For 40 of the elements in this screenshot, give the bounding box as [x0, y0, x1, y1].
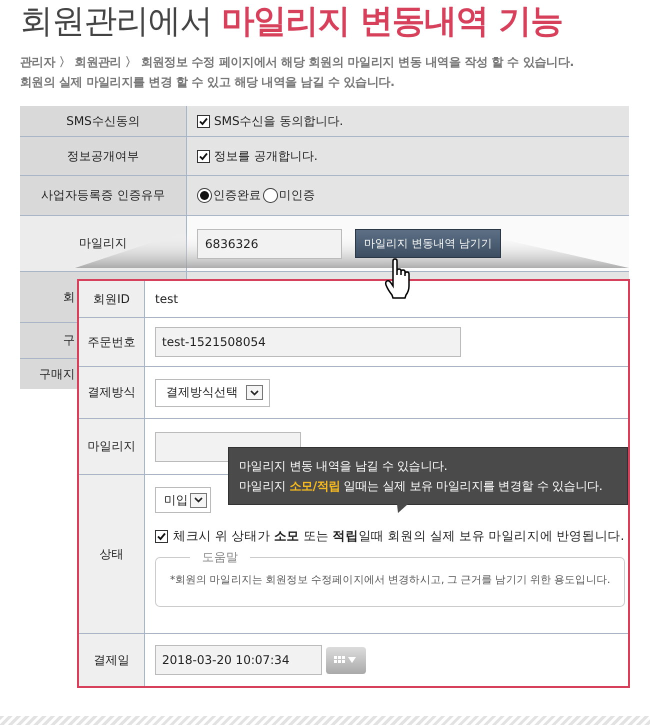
payment-select[interactable]: 결제방식선택 [155, 378, 270, 406]
field-label: 사업자등록증 인증유무 [41, 187, 165, 204]
status-select[interactable]: 미입 [155, 487, 211, 513]
help-text: *회원의 마일리지는 회원정보 수정페이지에서 변경하시고, 그 근거를 남기기 위한 용도입니다. [170, 574, 610, 586]
checkbox[interactable] [197, 150, 210, 162]
field-label: 주문번호 [88, 334, 136, 350]
description-text: 관리자 〉 회원관리 〉 회원정보 수정 페이지에서 해당 회원의 마일리지 변동 내역을 작성 할 수 있습니다. [20, 54, 575, 71]
radio-label: 미인증 [279, 187, 315, 204]
tooltip-text: 마일리지 소모/적립 일때는 실제 보유 마일리지를 변경할 수 있습니다. [239, 478, 604, 495]
text-input[interactable]: test-1521508054 [155, 327, 461, 357]
page-title: 회원관리에서 마일리지 변동내역 기능 [20, 0, 562, 42]
radio-button[interactable] [197, 188, 212, 203]
field-label: 상태 [100, 546, 124, 562]
grid-caret-icon [334, 655, 358, 665]
chevron-down-icon [190, 492, 207, 508]
member-id: test [155, 292, 178, 306]
field-label: 마일리지 [88, 438, 136, 455]
tooltip-text: 마일리지 변동 내역을 남길 수 있습니다. [239, 458, 448, 475]
checkbox[interactable] [155, 530, 168, 543]
checkbox-label: 체크시 위 상태가 소모 또는 적립일때 회원의 실제 보유 마일리지에 반영됩니다. [173, 528, 624, 545]
save-history-button[interactable]: 마일리지 변동내역 남기기 [355, 229, 501, 258]
field-label: 회원ID [93, 290, 130, 308]
radio-button[interactable] [263, 188, 278, 203]
field-label: 구 [63, 332, 75, 349]
date-input[interactable]: 2018-03-20 10:07:34 [155, 645, 322, 675]
field-label: 마일리지 [79, 235, 127, 252]
field-label: SMS수신동의 [66, 112, 140, 130]
field-label: 구매지 [39, 366, 75, 382]
field-label: 정보공개여부 [67, 148, 139, 164]
radio-label: 인증완료 [213, 187, 261, 204]
help-title: 도움말 [201, 549, 239, 566]
field-label: 회 [63, 288, 75, 306]
description-text: 회원의 실제 마일리지를 변경 할 수 있고 해당 내역을 남길 수 있습니다. [20, 74, 396, 91]
field-label: 결제방식 [88, 384, 136, 401]
checkbox[interactable] [197, 114, 210, 128]
mileage-input[interactable]: 6836326 [197, 228, 342, 258]
checkbox-label: 정보를 공개합니다. [214, 148, 318, 164]
chevron-down-icon [246, 385, 263, 400]
field-label: 결제일 [94, 652, 130, 668]
checkbox-label: SMS수신을 동의합니다. [214, 112, 344, 130]
